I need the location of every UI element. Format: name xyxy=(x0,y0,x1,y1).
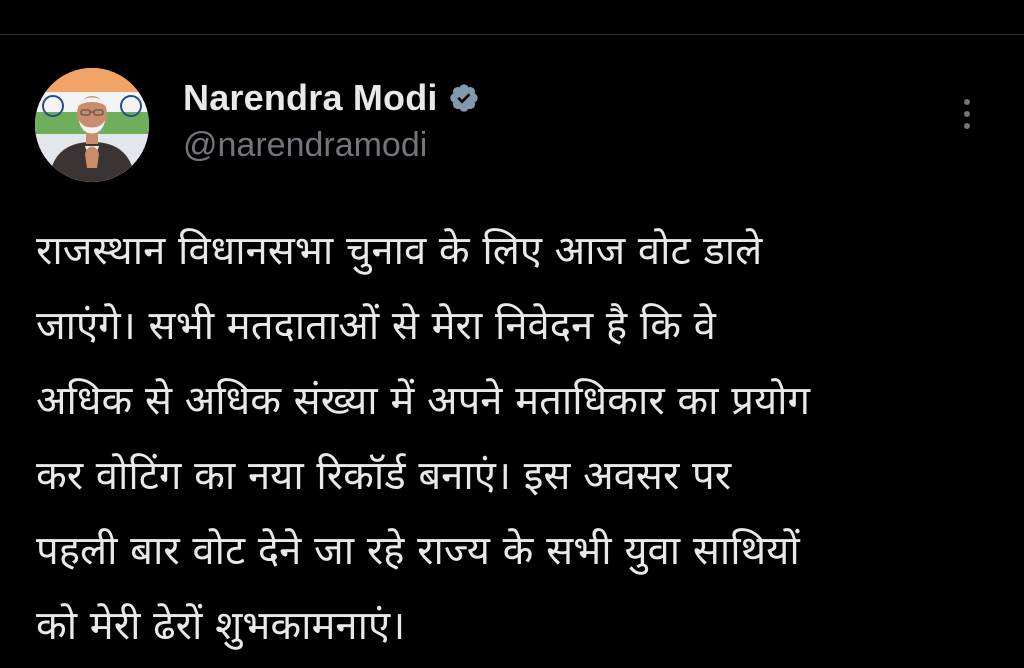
author-display-name[interactable]: Narendra Modi xyxy=(183,77,438,119)
tweet-text-line: पहली बार वोट देने जा रहे राज्य के सभी यु… xyxy=(36,528,800,574)
more-vertical-icon-dot-2 xyxy=(964,111,970,117)
more-vertical-icon-dot-3 xyxy=(964,123,970,129)
verified-badge-icon xyxy=(448,82,480,114)
author-name-row: Narendra Modi xyxy=(183,74,480,122)
tweet-text-line: जाएंगे। सभी मतदाताओं से मेरा निवेदन है क… xyxy=(36,303,716,349)
more-vertical-icon xyxy=(964,99,970,105)
tweet-text-line: अधिक से अधिक संख्या में अपने मताधिकार का… xyxy=(36,378,811,424)
tweet-text-line: राजस्थान विधानसभा चुनाव के लिए आज वोट डा… xyxy=(36,228,763,274)
profile-avatar[interactable] xyxy=(35,68,149,182)
tweet-text-line: कर वोटिंग का नया रिकॉर्ड बनाएं। इस अवसर … xyxy=(36,453,732,499)
more-options-button[interactable] xyxy=(946,92,988,136)
tweet-text-line: को मेरी ढेरों शुभकामनाएं। xyxy=(36,603,406,649)
tweet-text: राजस्थान विधानसभा चुनाव के लिए आज वोट डा… xyxy=(36,214,996,664)
author-handle[interactable]: @narendramodi xyxy=(183,126,427,165)
